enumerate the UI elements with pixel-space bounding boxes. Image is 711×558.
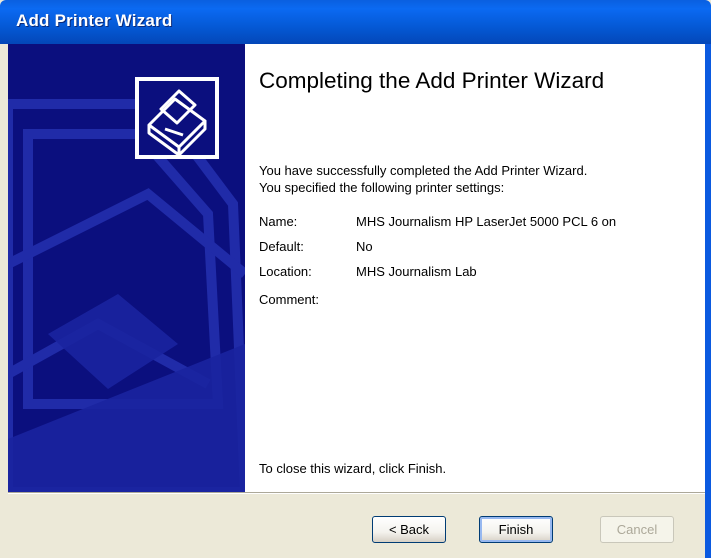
close-instructions: To close this wizard, click Finish.	[259, 461, 447, 476]
intro-line-1: You have successfully completed the Add …	[259, 163, 588, 178]
back-button[interactable]: < Back	[372, 516, 446, 543]
setting-label-location: Location:	[259, 264, 312, 279]
printer-icon	[135, 77, 219, 159]
title-bar[interactable]: Add Printer Wizard	[0, 0, 711, 44]
setting-value-default: No	[356, 239, 373, 254]
setting-label-comment: Comment:	[259, 292, 319, 307]
setting-value-name: MHS Journalism HP LaserJet 5000 PCL 6 on	[356, 214, 617, 229]
window-title: Add Printer Wizard	[16, 11, 173, 30]
add-printer-wizard-window: Add Printer Wizard Completing the Add Pr…	[0, 0, 711, 558]
setting-value-location: MHS Journalism Lab	[356, 264, 477, 279]
intro-line-2: You specified the following printer sett…	[259, 180, 505, 195]
setting-label-name: Name:	[259, 214, 298, 229]
setting-label-default: Default:	[259, 239, 304, 254]
footer-divider-highlight	[8, 493, 705, 494]
window-border-right	[705, 44, 711, 558]
finish-button[interactable]: Finish	[479, 516, 553, 543]
page-title: Completing the Add Printer Wizard	[259, 68, 605, 93]
cancel-button[interactable]: Cancel	[600, 516, 674, 543]
